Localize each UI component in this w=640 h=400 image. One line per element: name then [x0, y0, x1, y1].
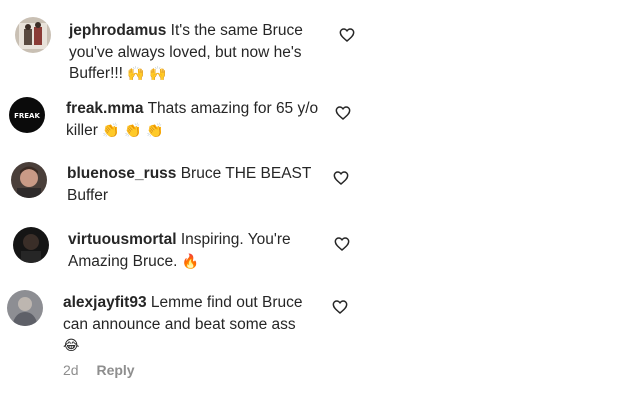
avatar-logo-text: FREAK	[14, 112, 40, 120]
comment-text: Buffer!!!	[69, 65, 123, 82]
comment-text: Bruce THE BEAST	[180, 165, 312, 182]
comment-body: bluenose_russ Bruce THE BEAST Buffer	[67, 163, 337, 206]
comment-text: killer	[66, 121, 98, 139]
avatar[interactable]	[15, 17, 51, 53]
comment-meta: 2d Reply	[63, 362, 135, 378]
username[interactable]: virtuousmortal	[68, 231, 177, 248]
comment-body: alexjayfit93 Lemme find out Bruce can an…	[63, 292, 333, 358]
heart-outline-icon	[334, 237, 350, 251]
comment-text: you've always loved, but now he's	[69, 43, 302, 61]
username[interactable]: bluenose_russ	[67, 165, 176, 182]
like-button[interactable]	[339, 27, 355, 43]
avatar[interactable]	[13, 227, 49, 263]
like-button[interactable]	[335, 105, 351, 121]
avatar[interactable]	[7, 290, 43, 326]
heart-outline-icon	[335, 106, 351, 120]
comment-text: Lemme find out Bruce	[150, 294, 303, 311]
comment-timestamp: 2d	[63, 362, 79, 378]
comment-text: Buffer	[67, 186, 109, 204]
comment-body: virtuousmortal Inspiring. You're Amazing…	[68, 229, 338, 273]
comment-text: Thats amazing for 65 y/o	[147, 100, 319, 117]
username[interactable]: alexjayfit93	[63, 294, 147, 311]
username[interactable]: freak.mma	[66, 100, 144, 117]
comment-body: freak.mma Thats amazing for 65 y/o kille…	[66, 98, 336, 142]
like-button[interactable]	[332, 299, 348, 315]
fire-emoji: 🔥	[181, 253, 200, 270]
avatar[interactable]: FREAK	[9, 97, 45, 133]
reply-button[interactable]: Reply	[96, 362, 134, 378]
raised-hands-emoji: 🙌 🙌	[127, 66, 167, 82]
clapping-hands-emoji: 👏 👏 👏	[102, 122, 164, 139]
username[interactable]: jephrodamus	[69, 22, 166, 39]
like-button[interactable]	[333, 170, 349, 186]
heart-outline-icon	[339, 28, 355, 42]
laughing-emoji: 😂	[63, 338, 80, 354]
comment-text: Inspiring. You're	[180, 231, 291, 248]
comment-body: jephrodamus It's the same Bruce you've a…	[69, 20, 339, 86]
heart-outline-icon	[332, 300, 348, 314]
heart-outline-icon	[333, 171, 349, 185]
comment-text: Amazing Bruce.	[68, 252, 178, 270]
avatar[interactable]	[11, 162, 47, 198]
comment-text: can announce and beat some ass	[63, 315, 296, 333]
like-button[interactable]	[334, 236, 350, 252]
comment-text: It's the same Bruce	[170, 22, 303, 39]
